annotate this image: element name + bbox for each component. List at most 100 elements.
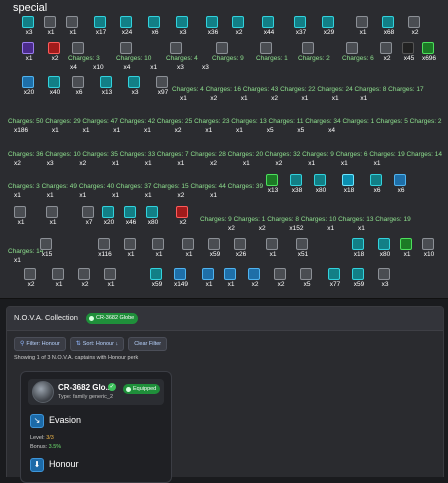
inventory-item[interactable]: x80: [142, 204, 164, 228]
item-icon: [22, 76, 34, 88]
inventory-item[interactable]: x26: [230, 236, 252, 260]
inventory-item[interactable]: x37: [290, 14, 312, 38]
inventory-item[interactable]: x116: [94, 236, 116, 260]
inventory-item[interactable]: x44: [258, 14, 280, 38]
inventory-item[interactable]: x2: [404, 14, 426, 38]
item-icon: [224, 268, 236, 280]
inventory-item[interactable]: x20: [98, 204, 120, 228]
inventory-item[interactable]: Charges: 3: [68, 40, 100, 64]
item-icon: [182, 238, 194, 250]
inventory-item[interactable]: x1: [262, 236, 284, 260]
sort-honour-button[interactable]: ⇅ Sort: Honour ↓: [69, 337, 125, 351]
inventory-item[interactable]: x46: [120, 204, 142, 228]
inventory-item[interactable]: x2: [172, 204, 194, 228]
inventory-item[interactable]: x51: [292, 236, 314, 260]
inventory-item[interactable]: x40: [44, 74, 66, 98]
inventory-item[interactable]: x2: [376, 40, 398, 64]
item-icon: [232, 16, 244, 28]
row6-sub-qty: x1 x1 x1 x1 x1 x2 x1: [14, 192, 217, 199]
inventory-item[interactable]: x59: [204, 236, 226, 260]
inventory-item[interactable]: x29: [318, 14, 340, 38]
inventory-item[interactable]: x45: [398, 40, 420, 64]
captain-header: CR-3682 Glo... ✓ Type: family generic_2 …: [28, 379, 164, 405]
inventory-item[interactable]: x2: [228, 14, 250, 38]
sort-icon: ⇅: [75, 341, 81, 347]
inventory-item[interactable]: x77: [324, 266, 346, 290]
inventory-item[interactable]: x17: [90, 14, 112, 38]
item-icon: [422, 238, 434, 250]
ability-evasion-level: Level: 3/3: [30, 435, 54, 441]
row3-charges: Charges: 4 Charges: 16 Charges: 43 Charg…: [172, 86, 424, 93]
inventory-item[interactable]: Charges: 6: [342, 40, 374, 64]
inventory-item[interactable]: x1: [42, 204, 64, 228]
inventory-item[interactable]: x6: [390, 172, 412, 196]
inventory-item[interactable]: x6: [366, 172, 388, 196]
inventory-item[interactable]: x1: [220, 266, 242, 290]
inventory-item[interactable]: x6: [68, 74, 90, 98]
inventory-item[interactable]: x15: [36, 236, 58, 260]
inventory-item[interactable]: x2: [20, 266, 42, 290]
inventory-item[interactable]: x1: [396, 236, 418, 260]
inventory-item[interactable]: x3: [18, 14, 40, 38]
inventory-item[interactable]: x1: [10, 204, 32, 228]
inventory-item[interactable]: Charges: 9: [212, 40, 244, 64]
inventory-item[interactable]: x1: [148, 236, 170, 260]
item-icon: [328, 268, 340, 280]
inventory-item[interactable]: x1: [198, 266, 220, 290]
item-icon: [296, 238, 308, 250]
inventory-item[interactable]: x36: [202, 14, 224, 38]
inventory-item[interactable]: x1: [178, 236, 200, 260]
clear-filter-button[interactable]: Clear Filter: [128, 337, 168, 351]
item-icon: [40, 238, 52, 250]
inventory-item[interactable]: x5: [296, 266, 318, 290]
inventory-item[interactable]: Charges: 1: [256, 40, 288, 64]
inventory-item[interactable]: x6: [144, 14, 166, 38]
inventory-item[interactable]: Charges: 2: [298, 40, 330, 64]
inventory-item[interactable]: x2: [74, 266, 96, 290]
inventory-item[interactable]: x3: [374, 266, 396, 290]
inventory-item[interactable]: Charges: 4: [166, 40, 198, 64]
inventory-item[interactable]: x696: [418, 40, 440, 64]
inventory-item[interactable]: x7: [78, 204, 100, 228]
captain-card[interactable]: CR-3682 Glo... ✓ Type: family generic_2 …: [20, 371, 172, 483]
item-icon: [24, 268, 36, 280]
inventory-item[interactable]: x2: [44, 40, 66, 64]
item-icon: [120, 42, 132, 54]
inventory-item[interactable]: x149: [170, 266, 192, 290]
inventory-item[interactable]: x13: [262, 172, 284, 196]
row4-sub-qty: x186 x1 x1 x1 x1 x2 x1 x1 x5 x5 x4: [14, 127, 335, 134]
filter-honour-button[interactable]: ⚲ Filter: Honour: [14, 337, 66, 351]
nova-header: N.O.V.A. Collection CR-3682 Globe: [7, 307, 443, 331]
inventory-item[interactable]: x1: [48, 266, 70, 290]
row3-sub-qty: x1 x2 x1 x2 x1 x1 x1: [180, 95, 368, 102]
inventory-item[interactable]: x13: [96, 74, 118, 98]
inventory-item[interactable]: x1: [40, 14, 62, 38]
item-icon: [352, 268, 364, 280]
item-icon: [128, 76, 140, 88]
inventory-item[interactable]: x3: [172, 14, 194, 38]
inventory-item[interactable]: x1: [352, 14, 374, 38]
inventory-item[interactable]: x1: [120, 236, 142, 260]
inventory-item[interactable]: x68: [378, 14, 400, 38]
inventory-item[interactable]: x24: [116, 14, 138, 38]
inventory-item[interactable]: x97: [152, 74, 174, 98]
inventory-item[interactable]: x38: [286, 172, 308, 196]
row6-charges: Charges: 3 Charges: 49 Charges: 40 Charg…: [8, 183, 264, 190]
inventory-item[interactable]: x20: [18, 74, 40, 98]
inventory-item[interactable]: x18: [348, 236, 370, 260]
item-icon: [266, 174, 278, 186]
inventory-item[interactable]: x2: [244, 266, 266, 290]
inventory-item[interactable]: x59: [348, 266, 370, 290]
inventory-item[interactable]: x1: [18, 40, 40, 64]
inventory-item[interactable]: x80: [374, 236, 396, 260]
inventory-item[interactable]: x2: [270, 266, 292, 290]
inventory-item[interactable]: x10: [418, 236, 440, 260]
inventory-item[interactable]: x80: [310, 172, 332, 196]
inventory-item[interactable]: x1: [100, 266, 122, 290]
inventory-item[interactable]: x18: [338, 172, 360, 196]
row7-charges: Charges: 9 Charges: 1 Charges: 8 Charges…: [200, 216, 411, 223]
inventory-item[interactable]: x3: [124, 74, 146, 98]
inventory-item[interactable]: x59: [146, 266, 168, 290]
inventory-item[interactable]: x1: [62, 14, 84, 38]
inventory-item[interactable]: Charges: 10: [116, 40, 151, 64]
